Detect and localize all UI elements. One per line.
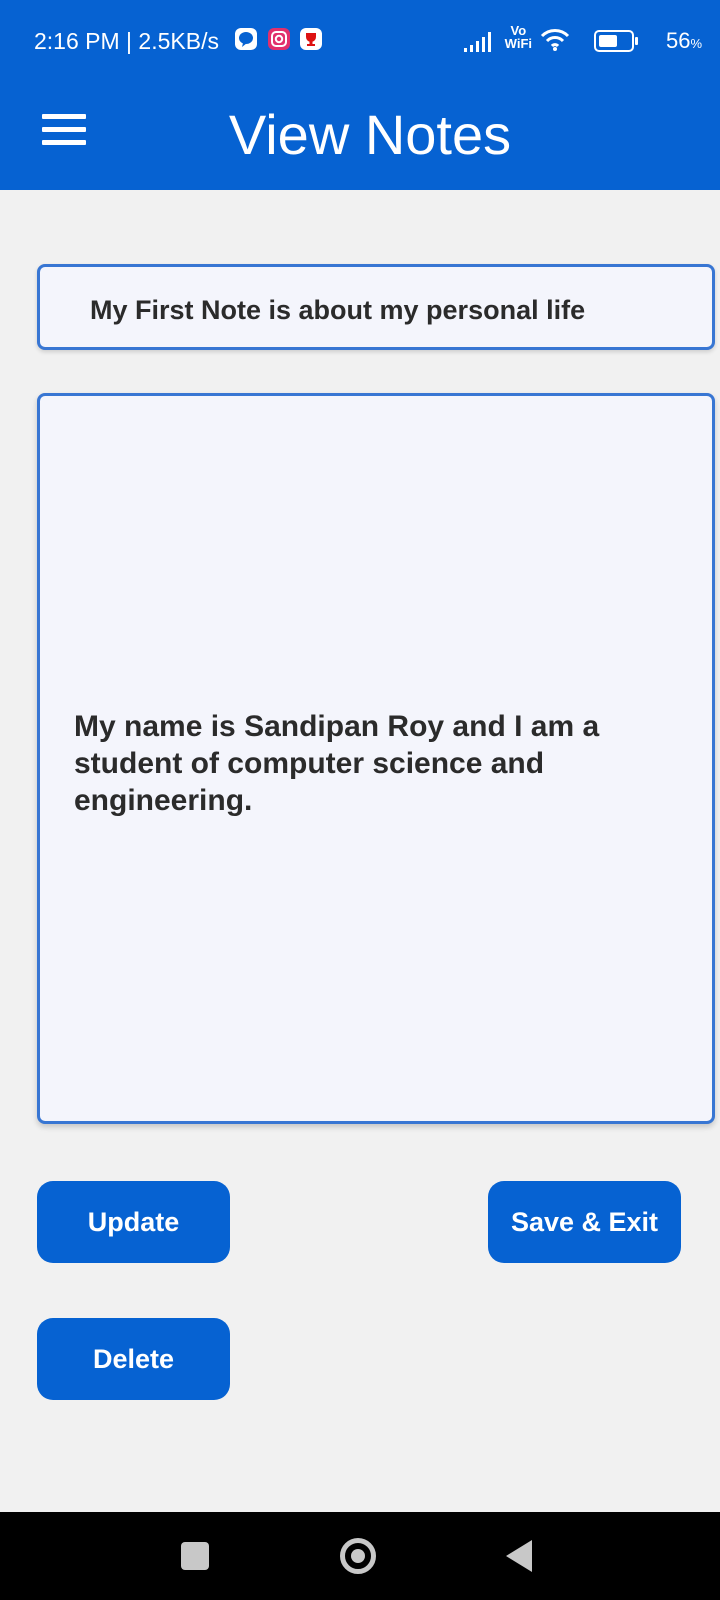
home-icon-dot <box>351 1549 365 1563</box>
chat-bubble-icon <box>235 28 257 50</box>
home-icon[interactable] <box>340 1538 376 1574</box>
battery-percentage: 56% <box>666 28 702 54</box>
note-title-text: My First Note is about my personal life <box>90 295 586 325</box>
status-time: 2:16 PM | 2.5KB/s <box>34 28 219 54</box>
app-bar: View Notes <box>0 84 720 190</box>
battery-level <box>599 35 617 47</box>
note-title-field[interactable]: My First Note is about my personal life <box>37 264 715 350</box>
instagram-icon <box>268 28 290 50</box>
recent-apps-icon[interactable] <box>181 1542 209 1570</box>
vowifi-icon: Vo WiFi <box>505 24 532 50</box>
note-body-text: My name is Sandipan Roy and I am a stude… <box>74 710 600 817</box>
status-indicators: Vo WiFi 56% <box>402 24 702 58</box>
battery-percent-value: 56 <box>665 28 691 53</box>
battery-tip <box>635 37 638 45</box>
note-body-field[interactable]: My name is Sandipan Roy and I am a stude… <box>37 393 715 1124</box>
battery-percent-unit: % <box>690 36 702 51</box>
delete-button[interactable]: Delete <box>37 1318 230 1400</box>
status-bar: 2:16 PM | 2.5KB/s Vo WiFi 56% <box>0 0 720 84</box>
trophy-app-icon <box>300 28 322 50</box>
battery-icon <box>594 30 638 52</box>
back-icon[interactable] <box>506 1540 532 1572</box>
signal-icon <box>464 32 494 57</box>
navigation-bar <box>0 1512 720 1600</box>
update-button[interactable]: Update <box>37 1181 230 1263</box>
vowifi-line2: WiFi <box>504 36 532 51</box>
wifi-icon <box>540 28 570 57</box>
page-title: View Notes <box>228 103 512 166</box>
save-exit-button[interactable]: Save & Exit <box>488 1181 681 1263</box>
